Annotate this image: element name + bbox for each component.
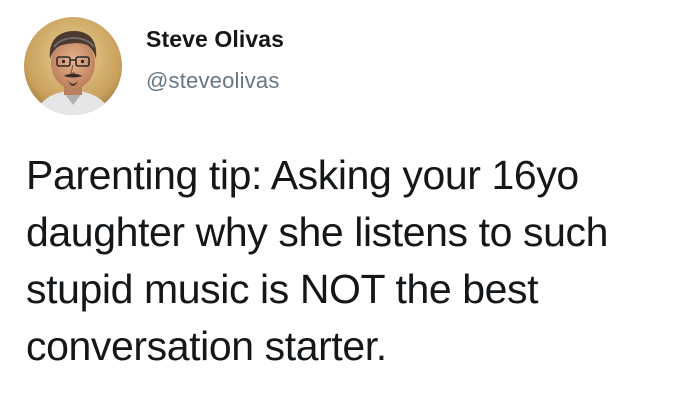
tweet-text-line: stupid music is NOT the best	[26, 266, 539, 312]
tweet-text-line: daughter why she listens to such	[26, 209, 609, 255]
avatar-photo-icon	[24, 17, 122, 115]
user-avatar[interactable]	[24, 17, 122, 115]
user-handle[interactable]: @steveolivas	[146, 68, 280, 94]
tweet-text: Parenting tip: Asking your 16yo daughter…	[26, 147, 686, 375]
user-display-name[interactable]: Steve Olivas	[146, 26, 284, 53]
tweet-text-line: Parenting tip: Asking your 16yo	[26, 152, 579, 198]
tweet-card: Steve Olivas @steveolivas Parenting tip:…	[0, 0, 700, 401]
tweet-text-line: conversation starter.	[26, 323, 387, 369]
